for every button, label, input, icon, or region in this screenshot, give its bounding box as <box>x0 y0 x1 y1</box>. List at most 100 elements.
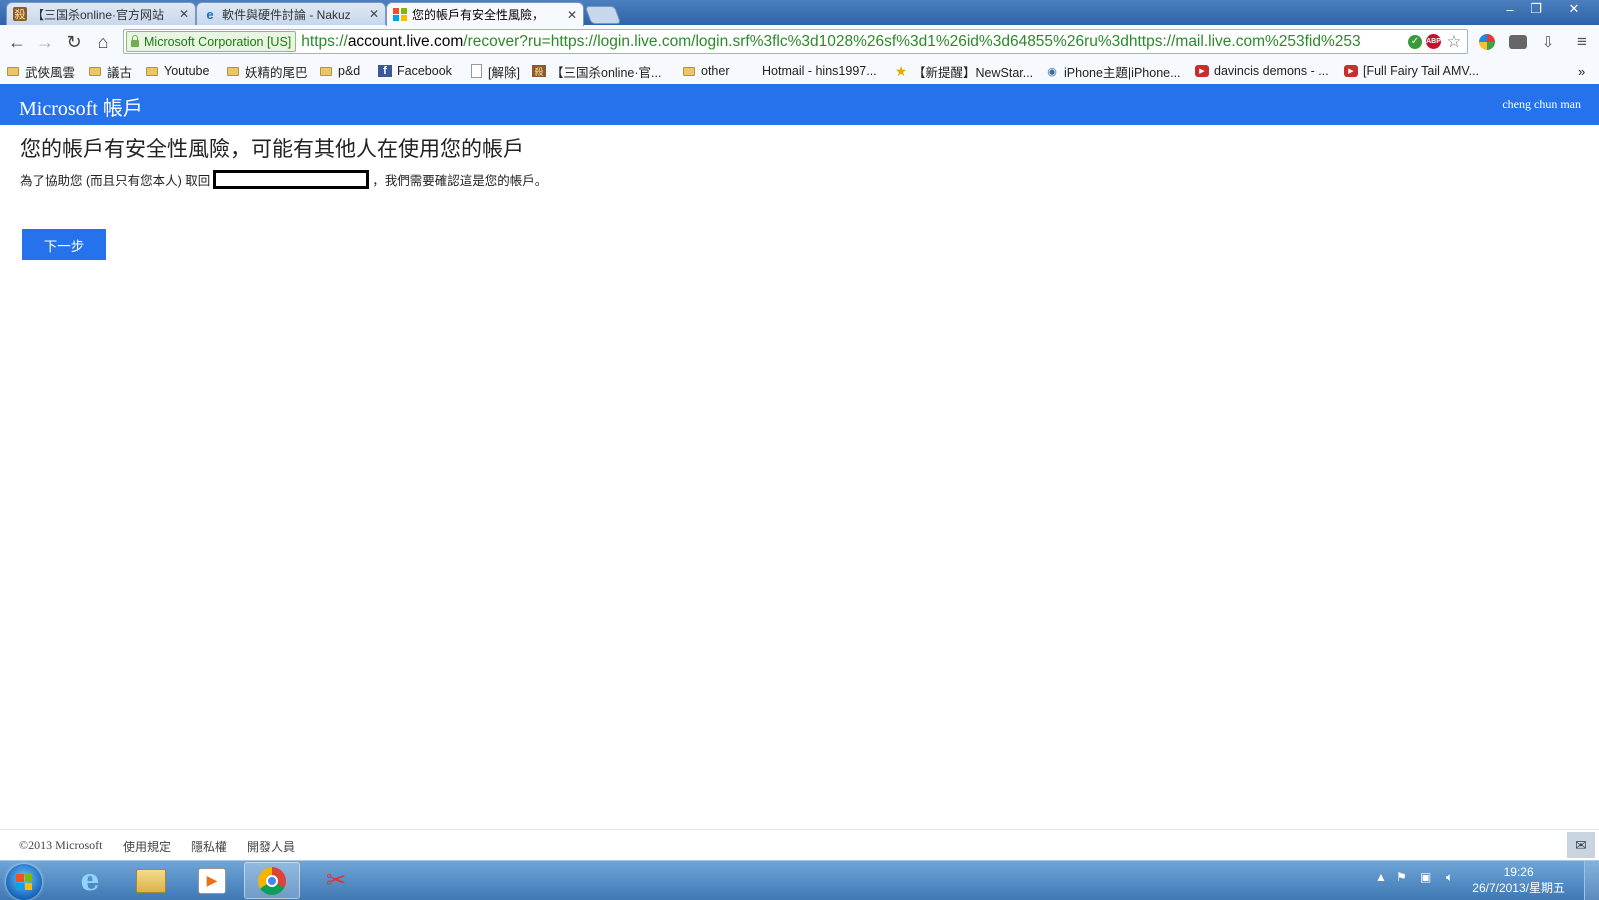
reload-button[interactable]: ↻ <box>62 30 86 54</box>
verified-check-icon[interactable]: ✓ <box>1408 34 1422 49</box>
tab-nakuz[interactable]: e 軟件與硬件討論 - Nakuz ✕ <box>196 2 386 25</box>
ev-certificate-badge[interactable]: Microsoft Corporation [US] <box>126 31 297 52</box>
user-name[interactable]: cheng chun man <box>1502 97 1581 112</box>
tray-expand-icon[interactable]: ▲ <box>1375 870 1387 884</box>
bookmark-star-icon[interactable]: ☆ <box>1445 32 1463 51</box>
minimize-button[interactable]: – <box>1496 0 1524 18</box>
bookmark-item[interactable]: 武俠風雲 <box>6 62 75 80</box>
bookmark-item[interactable]: Youtube <box>145 62 209 80</box>
forward-button[interactable]: → <box>33 30 57 54</box>
sanguosha-icon: 殺 <box>532 65 546 77</box>
address-bar[interactable]: Microsoft Corporation [US] https://accou… <box>123 29 1468 54</box>
taskbar-ie[interactable]: e <box>62 862 118 899</box>
tab-account-recovery[interactable]: 您的帳戶有安全性風險， ✕ <box>386 2 584 26</box>
folder-icon <box>682 65 696 77</box>
bookmark-item[interactable]: f Facebook <box>378 62 452 80</box>
folder-icon <box>145 65 159 77</box>
new-tab-button[interactable] <box>584 6 622 24</box>
bookmark-item[interactable]: other <box>682 62 730 80</box>
close-window-button[interactable]: ✕ <box>1556 0 1592 18</box>
taskbar-snipping-tool[interactable]: ✂ <box>308 862 364 899</box>
youtube-icon: ▶ <box>1344 65 1358 77</box>
clock-time: 19:26 <box>1503 865 1534 879</box>
bookmark-item[interactable]: ◉ iPhone主題|iPhone... <box>1045 62 1180 80</box>
footer: ©2013 Microsoft 使用規定 隱私權 開發人員 ✉ <box>0 829 1599 861</box>
redacted-email <box>213 170 370 189</box>
facebook-icon: f <box>378 65 392 77</box>
taskbar-media-player[interactable]: ▶ <box>184 862 240 899</box>
browser-toolbar: ← → ↻ ⌂ Microsoft Corporation [US] https… <box>0 25 1599 59</box>
bookmarks-bar: 武俠風雲 議古 Youtube 妖精的尾巴 p&d f Facebook [解除]… <box>0 58 1599 85</box>
volume-icon[interactable]: 🔈︎ <box>1446 870 1453 885</box>
terms-link[interactable]: 使用規定 <box>123 838 171 855</box>
tab-strip: 殺 【三国杀online·官方网站 ✕ e 軟件與硬件討論 - Nakuz ✕ … <box>0 0 1599 26</box>
network-icon[interactable]: ▣ <box>1420 870 1431 884</box>
back-arrow-icon: ← <box>8 31 26 52</box>
bookmark-item[interactable]: ★ 【新提醒】NewStar... <box>894 62 1033 80</box>
adblock-icon[interactable]: ABP <box>1426 34 1441 49</box>
bookmark-item[interactable]: [解除] <box>469 62 520 80</box>
windows-icon <box>745 65 757 77</box>
tab-sanguosha[interactable]: 殺 【三国杀online·官方网站 ✕ <box>6 2 196 25</box>
page-title: 您的帳戶有安全性風險，可能有其他人在使用您的帳戶 <box>20 138 524 161</box>
next-button[interactable]: 下一步 <box>22 229 106 260</box>
sanguosha-icon: 殺 <box>13 7 27 21</box>
bookmark-item[interactable]: p&d <box>319 62 360 80</box>
iphone-site-icon: ◉ <box>1047 65 1057 78</box>
bookmark-item[interactable]: 妖精的尾巴 <box>226 62 308 80</box>
windows-logo-icon <box>16 874 32 890</box>
menu-icon[interactable]: ≡ <box>1571 32 1593 52</box>
restore-button[interactable]: ❐ <box>1522 0 1550 18</box>
download-extension-icon[interactable]: ⇩ <box>1537 32 1559 52</box>
file-explorer-icon <box>136 868 166 893</box>
privacy-link[interactable]: 隱私權 <box>191 838 227 855</box>
close-tab-icon[interactable]: ✕ <box>179 7 189 21</box>
extension-icon[interactable] <box>1476 32 1498 52</box>
clock-date: 26/7/2013/星期五 <box>1472 881 1565 895</box>
account-header: Microsoft 帳戶 cheng chun man <box>0 84 1599 125</box>
taskbar-chrome[interactable] <box>244 862 300 899</box>
start-button[interactable] <box>6 864 42 900</box>
bookmarks-overflow-button[interactable]: » <box>1578 62 1585 80</box>
action-center-flag-icon[interactable]: ⚑ <box>1396 870 1407 884</box>
forward-arrow-icon: → <box>36 31 54 52</box>
internet-explorer-icon: e <box>80 863 100 898</box>
taskbar: e ▶ ✂ ▲ ⚑ ▣ 🔈︎ 19:26 26/7/2013/星期五 <box>0 860 1599 900</box>
star-icon: ★ <box>894 62 908 79</box>
feedback-icon[interactable]: ✉ <box>1567 832 1595 858</box>
bookmark-item[interactable]: 議古 <box>88 62 132 80</box>
url-text[interactable]: https://account.live.com/recover?ru=http… <box>301 33 1408 51</box>
taskbar-explorer[interactable] <box>123 862 179 899</box>
ie-icon: e <box>206 6 214 22</box>
lock-icon <box>131 35 139 47</box>
bookmark-item[interactable]: ▶ [Full Fairy Tail AMV... <box>1344 62 1479 80</box>
folder-icon <box>6 65 20 77</box>
bookmark-item[interactable]: 殺【三国杀online·官... <box>532 62 661 80</box>
description-before: 為了協助您 (而且只有您本人) 取回 <box>20 174 211 188</box>
developers-link[interactable]: 開發人員 <box>247 838 295 855</box>
description-after: ，我們需要確認這是您的帳戶。 <box>372 174 548 188</box>
incognito-extension-icon[interactable] <box>1507 32 1529 52</box>
bookmark-item[interactable]: Hotmail - hins1997... <box>745 62 877 80</box>
close-tab-icon[interactable]: ✕ <box>369 7 379 21</box>
scissors-icon: ✂ <box>325 867 347 894</box>
bookmark-item[interactable]: ▶ davincis demons - ... <box>1195 62 1329 80</box>
microsoft-icon <box>393 7 407 22</box>
folder-icon <box>226 65 240 77</box>
home-button[interactable]: ⌂ <box>91 30 115 54</box>
youtube-icon: ▶ <box>1195 65 1209 77</box>
page-icon <box>469 64 483 78</box>
show-desktop-button[interactable] <box>1584 861 1599 900</box>
home-icon: ⌂ <box>97 31 109 52</box>
back-button[interactable]: ← <box>5 30 29 54</box>
copyright: ©2013 Microsoft <box>19 838 103 852</box>
system-clock[interactable]: 19:26 26/7/2013/星期五 <box>1472 864 1565 896</box>
reload-icon: ↻ <box>66 31 82 52</box>
brand-title[interactable]: Microsoft 帳戶 <box>19 92 143 121</box>
folder-icon <box>88 65 102 77</box>
folder-icon <box>319 65 333 77</box>
close-tab-icon[interactable]: ✕ <box>567 8 577 22</box>
chrome-icon <box>258 866 286 895</box>
media-player-icon: ▶ <box>198 867 226 894</box>
description: 為了協助您 (而且只有您本人) 取回 ，我們需要確認這是您的帳戶。 <box>20 170 547 189</box>
